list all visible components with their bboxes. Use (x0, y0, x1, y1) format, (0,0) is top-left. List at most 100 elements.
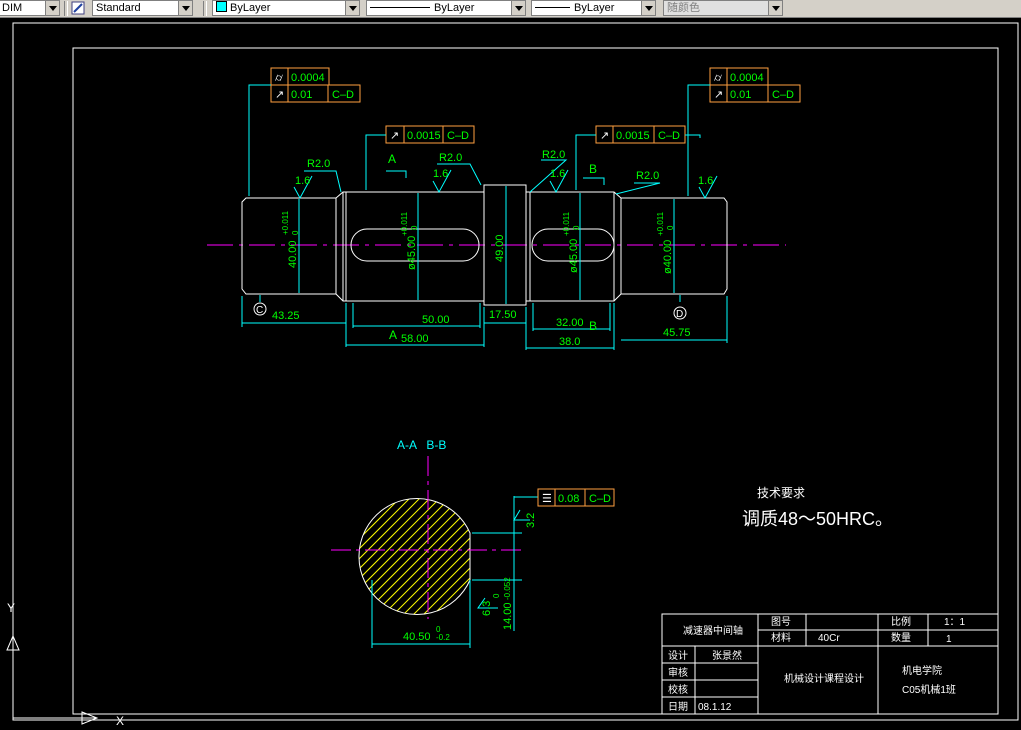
textstyle-dropdown[interactable]: Standard (92, 0, 193, 16)
leader-line (685, 134, 701, 138)
color-value: ByLayer (230, 2, 271, 14)
dim-tol-upper: +0.011 (281, 210, 290, 235)
dimstyle-value: DIM (2, 2, 23, 14)
section-label-b: B (589, 319, 597, 333)
color-swatch-icon (216, 1, 227, 12)
dim-length: 14.00 (502, 602, 514, 630)
linetype-value: ByLayer (434, 2, 475, 14)
section-label-b: B (589, 162, 597, 176)
linetype-sample-icon (370, 7, 430, 8)
dim-diameter: 49.00 (494, 234, 506, 262)
dim-length: 50.00 (422, 314, 450, 326)
radius-label: R2.0 (307, 158, 330, 170)
section-label-a: A (389, 328, 397, 342)
flatness-icon: ⌭ (275, 72, 283, 84)
material-value: 40Cr (818, 633, 840, 644)
chevron-down-icon[interactable] (768, 1, 782, 15)
runout-icon: ↗ (275, 89, 284, 101)
ucs-x-label: X (116, 714, 124, 728)
section-label-a: A (388, 152, 396, 166)
section-arrow-b (583, 177, 605, 185)
roughness-label: 1.6 (550, 168, 565, 180)
dim-length: 38.0 (559, 336, 580, 348)
leader-line (248, 84, 271, 196)
dim-tol-upper: +0.011 (656, 211, 665, 236)
plotstyle-dropdown[interactable]: 随颜色 (663, 0, 783, 16)
scale-label: 比例 (891, 615, 911, 628)
dim-length: 17.50 (489, 309, 517, 321)
tol-datum: C–D (447, 130, 469, 142)
qty-value: 1 (946, 634, 952, 645)
tol-value: 0.01 (730, 89, 751, 101)
chevron-down-icon[interactable] (345, 1, 359, 15)
class-name: C05机械1班 (902, 683, 956, 696)
datum-c-label: C (256, 305, 263, 316)
chevron-down-icon[interactable] (178, 1, 192, 15)
outer-border (12, 22, 1019, 721)
review-label: 审核 (668, 666, 688, 679)
tech-req-text: 调质48～50HRC。 (742, 509, 893, 529)
dim-tol-lower: 0 (291, 230, 300, 235)
properties-toolbar: DIM Standard ByLayer ByLayer ByLayer 随颜色 (0, 0, 1021, 18)
tol-value: 0.08 (558, 493, 579, 505)
radius-label: R2.0 (542, 149, 565, 161)
tol-datum: C–D (332, 89, 354, 101)
chevron-down-icon[interactable] (641, 1, 655, 15)
dim-length: 32.00 (556, 317, 584, 329)
school-name: 机电学院 (902, 664, 942, 677)
chevron-down-icon[interactable] (45, 1, 59, 15)
qty-label: 数量 (891, 631, 911, 644)
plotstyle-value: 随颜色 (667, 2, 700, 14)
date-label: 日期 (668, 701, 688, 713)
dim-tol-upper: +0.011 (562, 211, 571, 236)
dim-length: 45.75 (663, 327, 691, 339)
dim-tol-lower: 0 (572, 225, 581, 230)
dim-length: 58.00 (401, 333, 429, 345)
text-style-icon[interactable] (71, 1, 85, 15)
datum-d-label: D (676, 309, 683, 320)
radius-label: R2.0 (636, 170, 659, 182)
radius-label: R2.0 (439, 152, 462, 164)
course-name: 机械设计课程设计 (784, 672, 864, 685)
ucs-icon (6, 608, 99, 725)
designer-value: 张景然 (712, 649, 742, 662)
dim-tol-upper: +0.011 (400, 211, 409, 236)
tol-datum: C–D (589, 493, 611, 505)
section-outline (358, 498, 471, 615)
date-value: 08.1.12 (698, 702, 732, 713)
drawing-canvas[interactable]: ⌭ 0.0004 ↗ 0.01 C–D ⌭ 0.0004 ↗ 0.01 C–D … (0, 18, 1021, 730)
flatness-icon: ⌭ (714, 72, 722, 84)
tol-datum: C–D (772, 89, 794, 101)
tol-value: 0.01 (291, 89, 312, 101)
shaft-view (207, 67, 801, 350)
roughness-label: 1.6 (295, 175, 310, 187)
tol-value: 0.0015 (407, 130, 441, 142)
dim-diameter: ø45.00 (568, 239, 580, 273)
color-dropdown[interactable]: ByLayer (212, 0, 360, 16)
section-view (331, 456, 615, 648)
dim-length: 40.50 (403, 631, 431, 643)
check-label: 校核 (668, 683, 688, 696)
toolbar-divider (203, 1, 207, 16)
dim-diameter: 40.00 (287, 240, 299, 268)
dim-diameter: ø45.00 (406, 236, 418, 270)
tol-value: 0.0015 (616, 130, 650, 142)
lineweight-dropdown[interactable]: ByLayer (531, 0, 656, 16)
textstyle-value: Standard (96, 2, 141, 14)
dim-tol-lower: 0 (666, 225, 675, 230)
roughness-label: 3.2 (525, 513, 537, 528)
section-title: A-A B-B (397, 438, 446, 452)
radius-leader (615, 182, 661, 195)
lineweight-sample-icon (535, 7, 570, 8)
section-arrow-a (386, 170, 407, 178)
linetype-dropdown[interactable]: ByLayer (366, 0, 526, 16)
dimstyle-dropdown[interactable]: DIM (0, 0, 60, 16)
leader-line (365, 134, 386, 190)
lineweight-value: ByLayer (574, 2, 615, 14)
scale-value: 1：1 (944, 617, 966, 628)
chevron-down-icon[interactable] (511, 1, 525, 15)
tech-req-heading: 技术要求 (757, 486, 805, 500)
toolbar-divider (64, 1, 68, 16)
dim-tol-lower: -0.052 (503, 577, 512, 600)
dim-diameter: ø40.00 (662, 240, 674, 274)
